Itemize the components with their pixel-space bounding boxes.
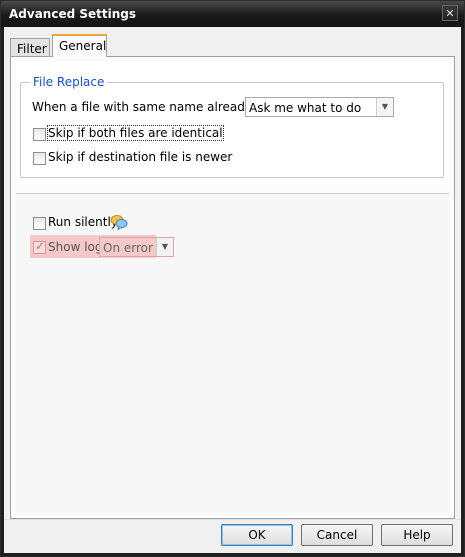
skip-newer-checkbox[interactable]	[33, 152, 46, 165]
file-replace-group-label: File Replace	[30, 75, 108, 89]
help-button[interactable]: Help	[381, 524, 453, 546]
run-silently-checkbox[interactable]	[33, 217, 46, 230]
skip-newer-label[interactable]: Skip if destination file is newer	[48, 150, 232, 164]
chevron-down-icon: ▼	[156, 238, 173, 256]
show-log-label[interactable]: Show log	[48, 240, 103, 254]
title-bar[interactable]: Advanced Settings ✕	[1, 1, 464, 27]
button-divider	[4, 519, 461, 520]
existing-file-action-select[interactable]: Ask me what to do ▼	[245, 97, 394, 117]
close-icon: ✕	[445, 7, 455, 20]
existing-file-action-value: Ask me what to do	[249, 101, 362, 115]
tab-filter[interactable]: Filter	[10, 38, 50, 56]
show-log-checkbox[interactable]	[33, 239, 46, 254]
tab-general[interactable]: General	[52, 34, 107, 57]
cancel-button[interactable]: Cancel	[301, 524, 373, 546]
dialog-client: Filter General File Replace When a file …	[4, 27, 461, 553]
window-title: Advanced Settings	[9, 7, 137, 21]
ok-button[interactable]: OK	[221, 524, 293, 546]
close-button[interactable]: ✕	[442, 5, 458, 21]
tab-general-label: General	[59, 39, 107, 53]
chat-bubbles-icon	[110, 215, 128, 230]
tab-filter-label: Filter	[17, 42, 47, 56]
show-log-mode-value: On error	[103, 241, 153, 255]
show-log-mode-select[interactable]: On error ▼	[99, 237, 174, 257]
chevron-down-icon: ▼	[376, 98, 393, 116]
dialog-window: Advanced Settings ✕ Filter General File …	[0, 0, 465, 557]
skip-identical-label[interactable]: Skip if both files are identical	[47, 125, 224, 141]
skip-identical-checkbox[interactable]	[33, 128, 46, 141]
run-silently-label[interactable]: Run silently	[48, 215, 118, 229]
